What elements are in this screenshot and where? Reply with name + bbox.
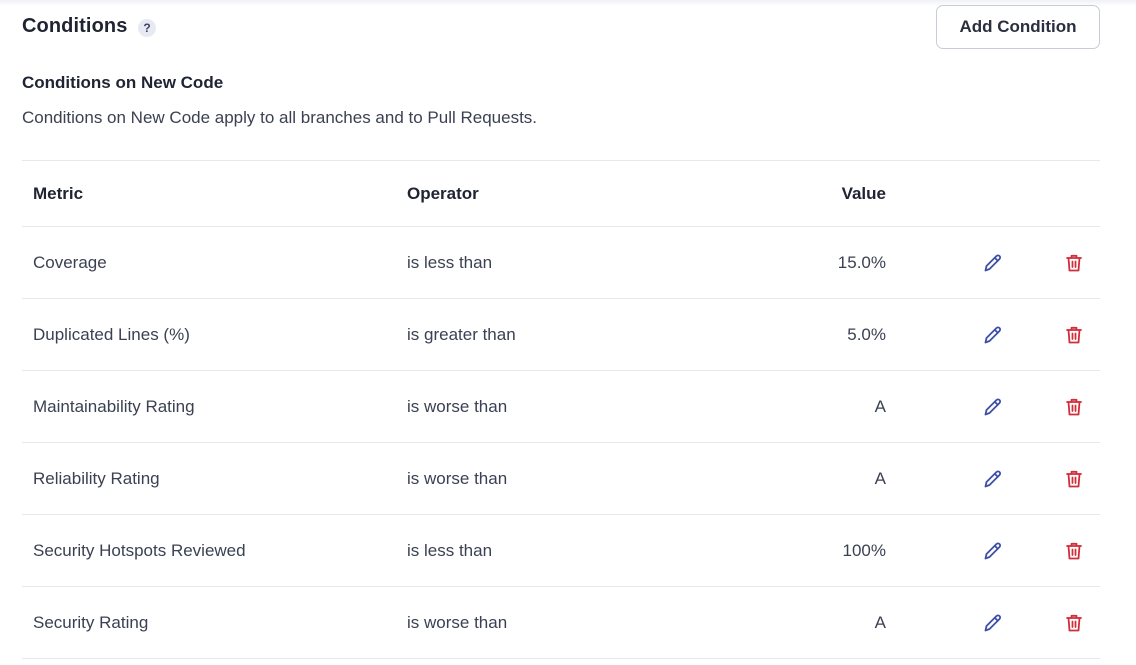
- metric-cell: Maintainability Rating: [33, 396, 195, 416]
- metric-cell: Security Hotspots Reviewed: [33, 540, 246, 560]
- help-icon[interactable]: ?: [138, 19, 156, 37]
- value-cell: 15.0%: [837, 252, 886, 272]
- operator-cell: is worse than: [407, 468, 508, 488]
- value-cell: 5.0%: [847, 324, 886, 344]
- trash-icon[interactable]: [1063, 324, 1085, 346]
- column-header-metric: Metric: [33, 183, 84, 203]
- operator-cell: is worse than: [407, 396, 508, 416]
- operator-cell: is less than: [407, 252, 493, 272]
- section-title: Conditions on New Code: [22, 73, 224, 92]
- table-row: Security Hotspots Reviewed is less than …: [22, 515, 1100, 587]
- pencil-icon[interactable]: [982, 252, 1004, 274]
- pencil-icon[interactable]: [982, 324, 1004, 346]
- trash-icon[interactable]: [1063, 252, 1085, 274]
- table-row: Maintainability Rating is worse than A: [22, 371, 1100, 443]
- pencil-icon[interactable]: [982, 468, 1004, 490]
- metric-cell: Reliability Rating: [33, 468, 160, 488]
- add-condition-button[interactable]: Add Condition: [936, 5, 1100, 49]
- trash-icon[interactable]: [1063, 396, 1085, 418]
- value-cell: 100%: [842, 540, 886, 560]
- metric-cell: Duplicated Lines (%): [33, 324, 190, 344]
- conditions-table: Metric Operator Value Coverage is less t…: [22, 160, 1100, 659]
- trash-icon[interactable]: [1063, 468, 1085, 490]
- table-row: Duplicated Lines (%) is greater than 5.0…: [22, 299, 1100, 371]
- table-row: Coverage is less than 15.0%: [22, 227, 1100, 299]
- pencil-icon[interactable]: [982, 612, 1004, 634]
- pencil-icon[interactable]: [982, 396, 1004, 418]
- table-row: Security Rating is worse than A: [22, 587, 1100, 659]
- pencil-icon[interactable]: [982, 540, 1004, 562]
- table-row: Reliability Rating is worse than A: [22, 443, 1100, 515]
- column-header-value: Value: [841, 183, 886, 203]
- operator-cell: is greater than: [407, 324, 516, 344]
- value-cell: A: [874, 468, 886, 488]
- value-cell: A: [874, 396, 886, 416]
- section-description: Conditions on New Code apply to all bran…: [22, 108, 538, 127]
- operator-cell: is less than: [407, 540, 493, 560]
- metric-cell: Security Rating: [33, 612, 149, 632]
- conditions-header: Conditions ? Add Condition: [22, 0, 1100, 60]
- conditions-panel: Conditions ? Add Condition Conditions on…: [22, 0, 1100, 659]
- operator-cell: is worse than: [407, 612, 508, 632]
- trash-icon[interactable]: [1063, 612, 1085, 634]
- metric-cell: Coverage: [33, 252, 107, 272]
- value-cell: A: [874, 612, 886, 632]
- conditions-title: Conditions: [22, 15, 128, 37]
- column-header-operator: Operator: [407, 183, 479, 203]
- table-header-row: Metric Operator Value: [22, 161, 1100, 227]
- trash-icon[interactable]: [1063, 540, 1085, 562]
